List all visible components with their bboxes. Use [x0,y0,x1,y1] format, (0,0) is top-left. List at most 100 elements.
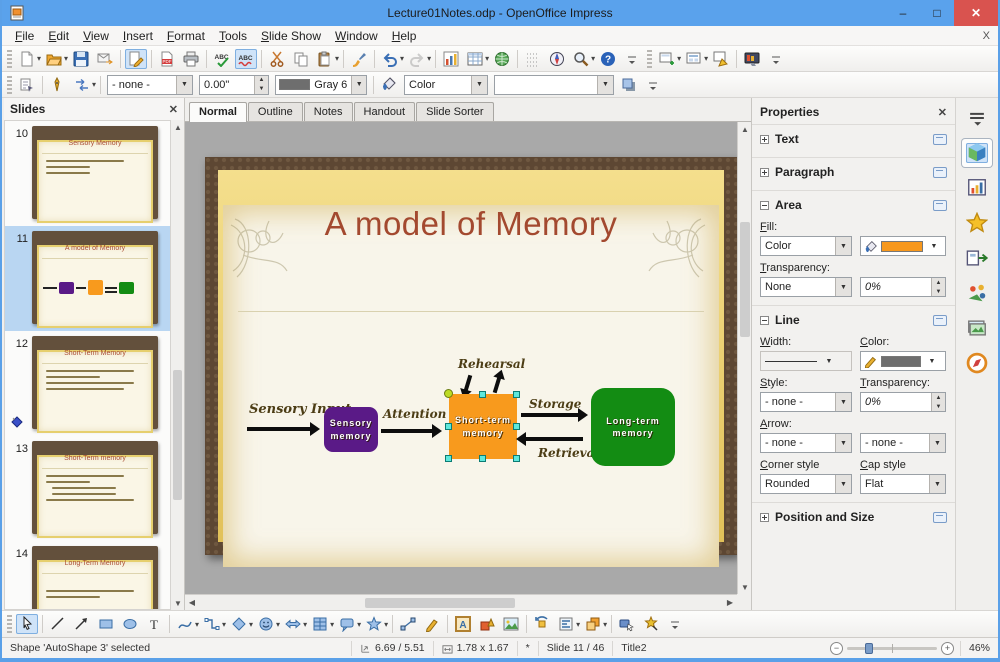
zoom-in-icon[interactable]: + [940,641,954,655]
help-icon[interactable]: ? [597,49,619,69]
basic-shapes-dropdown-icon[interactable]: ▾ [249,620,253,629]
label-storage[interactable]: Storage [529,397,581,411]
maximize-button[interactable]: □ [920,0,954,26]
interaction-icon[interactable] [616,614,638,634]
slide-layout-dropdown-icon[interactable]: ▾ [704,54,708,63]
fill-type-select[interactable]: Color ▼ [404,74,489,95]
line-color-button[interactable]: ▼ [860,351,946,371]
scroll-down-icon[interactable]: ▼ [171,596,184,610]
toolbar-grip[interactable] [7,49,12,68]
hyperlink-icon[interactable] [491,49,513,69]
overflow-icon[interactable] [642,75,664,95]
box-long-term-memory[interactable]: Long-term memory [591,388,675,466]
corner-style-dropdown[interactable]: Rounded ▼ [760,474,852,494]
menu-window[interactable]: Window [328,27,385,45]
transition-tab-icon[interactable] [966,248,988,268]
connector-dropdown-icon[interactable]: ▾ [222,620,226,629]
new-slide-icon[interactable] [656,49,678,69]
arrow-attention[interactable] [381,424,442,438]
redo-icon[interactable] [406,49,428,69]
from-file-icon[interactable] [500,614,522,634]
menu-edit[interactable]: Edit [41,27,76,45]
horizontal-scrollbar[interactable]: ◀ ▶ [185,594,737,610]
fill-color-button[interactable]: ▼ [860,236,946,256]
text-icon[interactable]: T [143,614,165,634]
line-style-dropdown[interactable]: - none - ▼ [760,392,852,412]
open-icon[interactable] [43,49,65,69]
selection-handle-top-right[interactable] [513,391,520,398]
tab-notes[interactable]: Notes [303,102,353,121]
shadow-icon[interactable] [618,75,640,95]
label-rehearsal[interactable]: Rehearsal [458,357,525,371]
slide-layout-icon[interactable] [683,49,705,69]
dialog-launcher-icon[interactable] [933,166,947,178]
undo-icon[interactable] [379,49,401,69]
block-arrows-dropdown-icon[interactable]: ▾ [303,620,307,629]
zoom-out-icon[interactable]: − [829,641,843,655]
scroll-right-icon[interactable]: ▶ [723,596,737,610]
menu-help[interactable]: Help [385,27,424,45]
slide-design-icon[interactable] [710,49,732,69]
flowchart-dropdown-icon[interactable]: ▾ [330,620,334,629]
expand-icon[interactable] [760,167,769,177]
rotate-icon[interactable] [531,614,553,634]
navigator-tab-icon[interactable] [966,352,988,374]
fill-type-dropdown[interactable]: Color ▼ [760,236,852,256]
toolbar-grip[interactable] [647,49,653,68]
dialog-launcher-icon[interactable] [933,133,947,145]
grid-icon[interactable] [522,49,544,69]
master-pages-tab-icon[interactable] [966,178,988,198]
auto-spellcheck-icon[interactable]: ABC [235,48,258,69]
overflow-icon[interactable] [621,49,643,69]
copy-icon[interactable] [290,49,312,69]
slide-thumbnail-10[interactable]: 10 Sensory Memory [5,121,170,226]
new-slide-dropdown-icon[interactable]: ▾ [677,54,681,63]
line-width-spinner[interactable]: 0.00" ▲ ▼ [199,74,270,95]
menu-format[interactable]: Format [160,27,212,45]
align-dropdown-icon[interactable]: ▾ [576,620,580,629]
table-icon[interactable] [464,49,486,69]
transparency-spinner[interactable]: 0% ▲ ▼ [860,277,946,297]
menu-slideshow[interactable]: Slide Show [254,27,328,45]
slide-thumbnail-14[interactable]: 14 Long-Term Memory [5,541,170,609]
callouts-icon[interactable] [336,614,358,634]
close-document-icon[interactable]: X [983,30,990,42]
properties-tab-icon[interactable] [966,143,988,163]
animation-tab-icon[interactable] [966,212,988,233]
label-retrieval[interactable]: Retrieval [538,446,599,460]
table-dropdown-icon[interactable]: ▾ [485,54,489,63]
cap-style-dropdown[interactable]: Flat ▼ [860,474,946,494]
flowchart-icon[interactable] [309,614,331,634]
arrow-style-dropdown-icon[interactable]: ▾ [92,80,96,89]
ellipse-icon[interactable] [119,614,141,634]
tab-normal[interactable]: Normal [189,102,247,122]
line-width-dropdown[interactable]: ▼ [760,351,852,371]
scrollbar-thumb[interactable] [365,597,515,608]
select-icon[interactable] [16,614,38,634]
dialog-launcher-icon[interactable] [933,511,947,523]
adjust-handle[interactable] [444,389,453,398]
slides-panel-scrollbar[interactable]: ▲ ▼ [171,120,184,610]
gallery-icon[interactable] [476,614,498,634]
zoom-dropdown-icon[interactable]: ▾ [591,54,595,63]
edit-file-icon[interactable] [125,48,148,69]
spellcheck-icon[interactable]: ABC [211,49,233,69]
dialog-launcher-icon[interactable] [933,199,947,211]
slide-thumbnail-13[interactable]: 13 Short-Term memory [5,436,170,541]
arrow-storage[interactable] [521,408,588,422]
slide-thumbnail-11-selected[interactable]: 11 A model of Memory [5,226,170,331]
save-icon[interactable] [70,49,92,69]
open-dropdown-icon[interactable]: ▾ [64,54,68,63]
menu-view[interactable]: View [76,27,116,45]
arrow-retrieval[interactable] [516,432,583,446]
zoom-slider-knob[interactable] [864,642,873,654]
scroll-left-icon[interactable]: ◀ [185,596,199,610]
selection-handle-right[interactable] [513,423,520,430]
collapse-icon[interactable] [760,200,769,210]
line-style-select[interactable]: - none - ▼ [107,74,194,95]
fill-color-select[interactable]: ▼ [494,74,615,95]
fontwork-icon[interactable]: A [452,614,474,634]
rectangle-icon[interactable] [95,614,117,634]
scroll-down-icon[interactable]: ▼ [738,580,752,594]
slides-panel-close-icon[interactable]: ✕ [169,103,178,116]
